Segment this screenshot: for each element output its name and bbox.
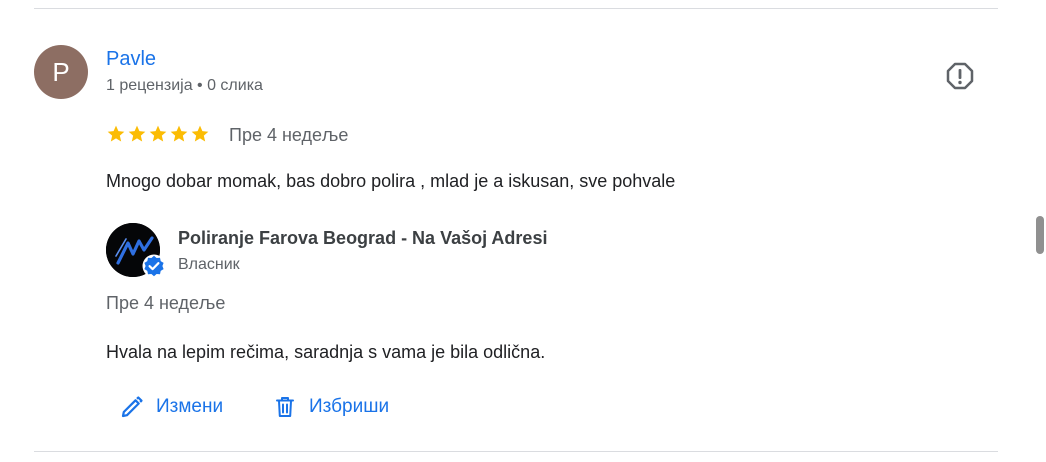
scrollbar-thumb[interactable] — [1036, 216, 1044, 254]
review-card: P Pavle 1 рецензија • 0 слика Пре 4 неде… — [0, 0, 1046, 462]
reviewer-avatar-initial: P — [52, 56, 70, 87]
verified-badge-icon — [142, 254, 166, 278]
star-icon — [191, 125, 209, 142]
pencil-icon — [121, 396, 143, 418]
reviewer-avatar[interactable]: P — [34, 45, 88, 99]
review-text: Mnogo dobar momak, bas dobro polira , ml… — [106, 171, 676, 191]
star-icon — [149, 125, 167, 142]
delete-reply-label: Избриши — [309, 396, 390, 417]
star-icon — [128, 125, 146, 142]
edit-reply-button[interactable]: Измени — [120, 390, 223, 424]
reply-date: Пре 4 недеље — [106, 293, 226, 313]
reply-text: Hvala na lepim rečima, saradnja s vama j… — [106, 342, 546, 362]
review-date: Пре 4 недеље — [229, 125, 349, 145]
reviewer-meta: 1 рецензија • 0 слика — [106, 77, 263, 94]
bottom-divider — [34, 451, 998, 452]
owner-name: Poliranje Farova Beograd - Na Vašoj Adre… — [178, 228, 548, 248]
owner-role: Власник — [178, 256, 240, 273]
star-icon — [107, 125, 125, 142]
report-icon[interactable] — [945, 61, 975, 91]
star-icon — [170, 125, 188, 142]
top-divider — [34, 8, 998, 9]
trash-icon — [276, 397, 294, 417]
delete-reply-button[interactable]: Избриши — [273, 390, 389, 424]
edit-reply-label: Измени — [156, 396, 224, 417]
star-rating — [106, 124, 210, 146]
reviewer-name-link[interactable]: Pavle — [106, 48, 156, 71]
